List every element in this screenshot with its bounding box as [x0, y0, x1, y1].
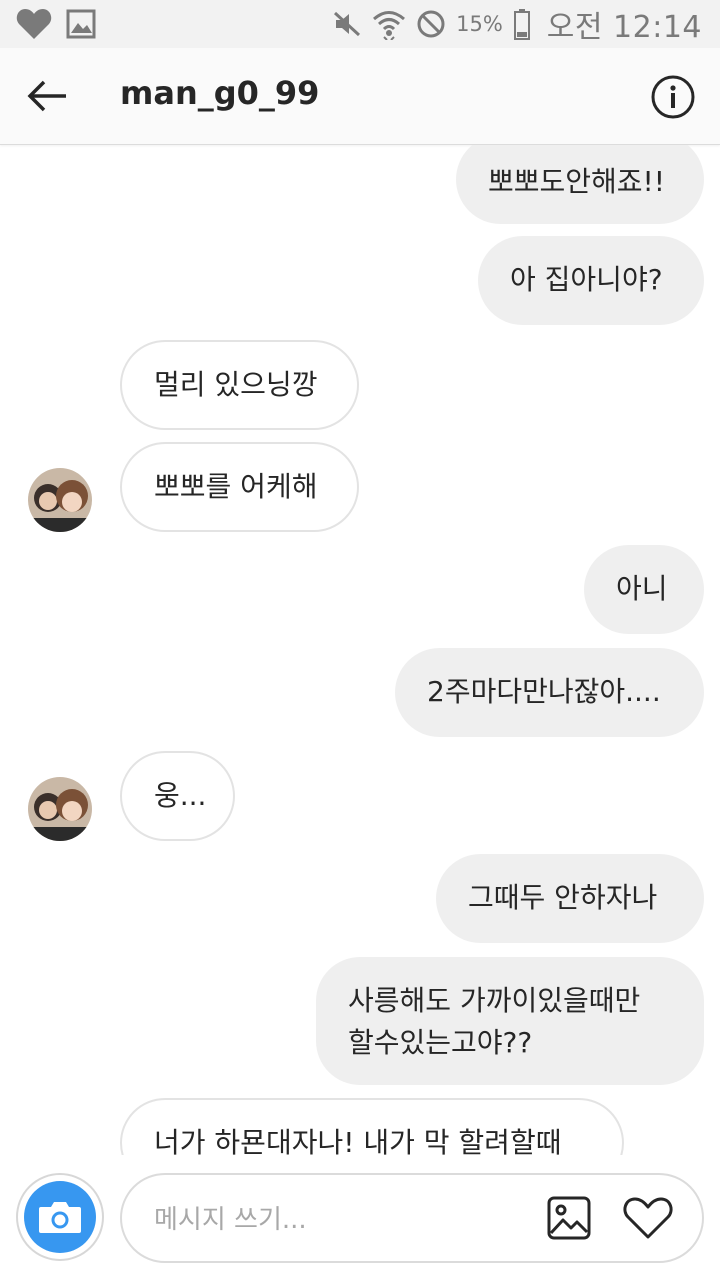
- message-bubble-incoming[interactable]: 너가 하묜대자나! 내가 막 할려할때: [120, 1098, 624, 1155]
- camera-icon: [39, 1202, 81, 1233]
- info-button[interactable]: [650, 74, 696, 120]
- avatar[interactable]: [28, 468, 92, 532]
- message-bubble-incoming[interactable]: 뽀뽀를 어케해: [120, 442, 359, 532]
- message-bubble-outgoing[interactable]: 사릉해도 가까이있을때만 할수있는고야??: [316, 957, 704, 1085]
- message-text: 아 집아니야?: [510, 263, 663, 296]
- message-text-line: 할수있는고야??: [348, 1026, 533, 1059]
- info-icon: [651, 75, 695, 119]
- gallery-icon: [66, 9, 96, 39]
- image-icon: [547, 1196, 591, 1240]
- wifi-icon: [373, 11, 406, 40]
- message-text: 2주마다만나잖아....: [427, 675, 661, 708]
- message-bubble-outgoing[interactable]: 그때두 안하자나: [436, 854, 704, 943]
- avatar[interactable]: [28, 777, 92, 841]
- message-text: 뽀뽀를 어케해: [154, 470, 318, 503]
- conversation-header: man_g0_99: [0, 48, 720, 145]
- camera-button[interactable]: [16, 1173, 104, 1261]
- message-text: 뽀뽀도안해죠!!: [488, 165, 666, 198]
- status-left-icons: [16, 8, 96, 40]
- battery-percent: 15%: [456, 12, 503, 36]
- message-bubble-outgoing[interactable]: 아니: [584, 545, 704, 634]
- message-thread[interactable]: 뽀뽀도안해죠!! 아 집아니야? 멀리 있으닝깡 뽀뽀를 어케해 아니 2주마다…: [0, 145, 720, 1155]
- message-text: 그때두 안하자나: [468, 881, 658, 914]
- message-bubble-outgoing[interactable]: 아 집아니야?: [478, 236, 704, 325]
- message-bubble-incoming[interactable]: 멀리 있으닝깡: [120, 340, 359, 430]
- message-input[interactable]: [152, 1199, 536, 1241]
- profile-photo: [28, 777, 92, 841]
- conversation-title[interactable]: man_g0_99: [120, 74, 319, 112]
- status-bar: 15% 오전 12:14: [0, 0, 720, 48]
- status-right: 15% 오전 12:14: [332, 4, 702, 45]
- gallery-button[interactable]: [546, 1195, 592, 1241]
- message-text-line: 사릉해도 가까이있을때만: [348, 984, 641, 1017]
- block-icon: [417, 10, 445, 38]
- mute-icon: [334, 11, 361, 37]
- message-text: 아니: [616, 572, 668, 605]
- profile-photo: [28, 468, 92, 532]
- heart-outline-icon: [623, 1197, 673, 1239]
- message-composer: [0, 1155, 720, 1280]
- battery-icon: [513, 9, 530, 40]
- message-input-container: [120, 1173, 704, 1263]
- message-text: 너가 하묜대자나! 내가 막 할려할때: [154, 1126, 562, 1155]
- message-text: 웅...: [154, 779, 207, 812]
- like-button[interactable]: [622, 1195, 674, 1241]
- clock: 오전 12:14: [546, 10, 702, 45]
- message-text: 멀리 있으닝깡: [154, 368, 318, 401]
- message-bubble-outgoing[interactable]: 2주마다만나잖아....: [395, 648, 704, 737]
- camera-button-fill: [24, 1181, 96, 1253]
- back-button[interactable]: [22, 74, 72, 118]
- message-bubble-outgoing[interactable]: 뽀뽀도안해죠!!: [456, 145, 704, 224]
- back-arrow-icon: [27, 80, 66, 112]
- heart-icon: [16, 9, 52, 39]
- message-bubble-incoming[interactable]: 웅...: [120, 751, 235, 841]
